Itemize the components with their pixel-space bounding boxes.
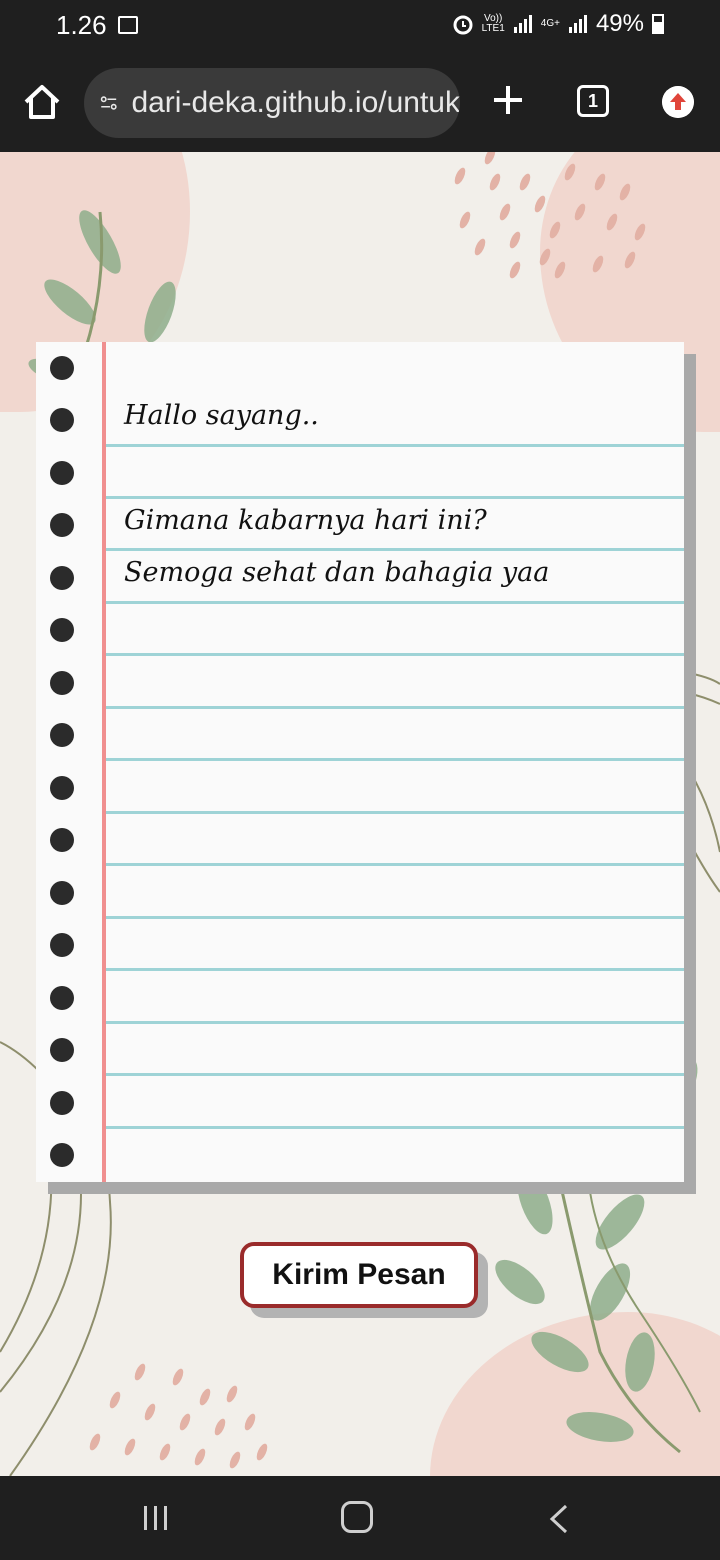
url-text: dari-deka.github.io/untuk <box>131 86 460 119</box>
signal-icon <box>513 15 532 33</box>
ruled-line <box>106 1073 684 1076</box>
site-settings-icon[interactable] <box>100 89 117 117</box>
note-line-wish: Semoga sehat dan bahagia yaa <box>124 557 550 588</box>
binder-hole <box>50 566 74 590</box>
address-bar[interactable]: dari-deka.github.io/untuk <box>84 68 460 138</box>
binder-hole <box>50 513 74 537</box>
volte-indicator: Vo)) LTE1 <box>482 14 505 34</box>
lte-label: LTE1 <box>481 23 505 34</box>
binder-hole <box>50 1143 74 1167</box>
binder-hole <box>50 671 74 695</box>
ruled-line <box>106 916 684 919</box>
ruled-line <box>106 601 684 604</box>
ruled-line <box>106 653 684 656</box>
ruled-line <box>106 548 684 551</box>
network-type: 4G+ <box>540 18 560 29</box>
binder-hole <box>50 1038 74 1062</box>
alarm-icon <box>453 15 473 35</box>
status-indicators: Vo)) LTE1 4G+ 49% <box>452 10 664 38</box>
system-navigation-bar <box>0 1476 720 1560</box>
note-line-question: Gimana kabarnya hari ini? <box>124 505 487 536</box>
battery-icon <box>652 14 664 34</box>
binder-hole <box>50 881 74 905</box>
note-line-greeting: Hallo sayang.. <box>124 400 319 431</box>
back-icon[interactable] <box>548 1504 570 1534</box>
ruled-line <box>106 758 684 761</box>
binder-hole <box>50 828 74 852</box>
ruled-line <box>106 706 684 709</box>
binder-hole <box>50 618 74 642</box>
signal-icon-2 <box>568 15 587 33</box>
ruled-line <box>106 811 684 814</box>
binder-hole <box>50 1091 74 1115</box>
status-bar: 1.26 Vo)) LTE1 4G+ 49% <box>0 0 720 56</box>
recent-apps-icon[interactable] <box>142 1504 170 1532</box>
home-icon[interactable] <box>22 82 62 122</box>
home-nav-icon[interactable] <box>341 1501 373 1533</box>
new-tab-icon[interactable] <box>490 82 526 118</box>
ruled-line <box>106 1126 684 1129</box>
binder-hole <box>50 408 74 432</box>
tab-switcher-button[interactable]: 1 <box>577 85 609 117</box>
binder-hole <box>50 986 74 1010</box>
status-time: 1.26 <box>56 10 107 40</box>
gallery-notification-icon <box>118 16 138 34</box>
update-available-icon[interactable] <box>662 86 694 118</box>
ruled-line <box>106 1021 684 1024</box>
note-paper: Hallo sayang.. Gimana kabarnya hari ini?… <box>36 342 684 1182</box>
binder-hole <box>50 723 74 747</box>
binder-hole <box>50 776 74 800</box>
binder-hole <box>50 356 74 380</box>
ruled-line <box>106 496 684 499</box>
margin-line <box>102 342 106 1182</box>
send-message-button[interactable]: Kirim Pesan <box>240 1242 478 1308</box>
web-page: Hallo sayang.. Gimana kabarnya hari ini?… <box>0 152 720 1476</box>
binder-hole <box>50 933 74 957</box>
ruled-line <box>106 863 684 866</box>
binder-hole <box>50 461 74 485</box>
browser-toolbar: dari-deka.github.io/untuk 1 <box>0 56 720 152</box>
battery-percent: 49% <box>595 10 644 37</box>
ruled-line <box>106 444 684 447</box>
ruled-line <box>106 968 684 971</box>
